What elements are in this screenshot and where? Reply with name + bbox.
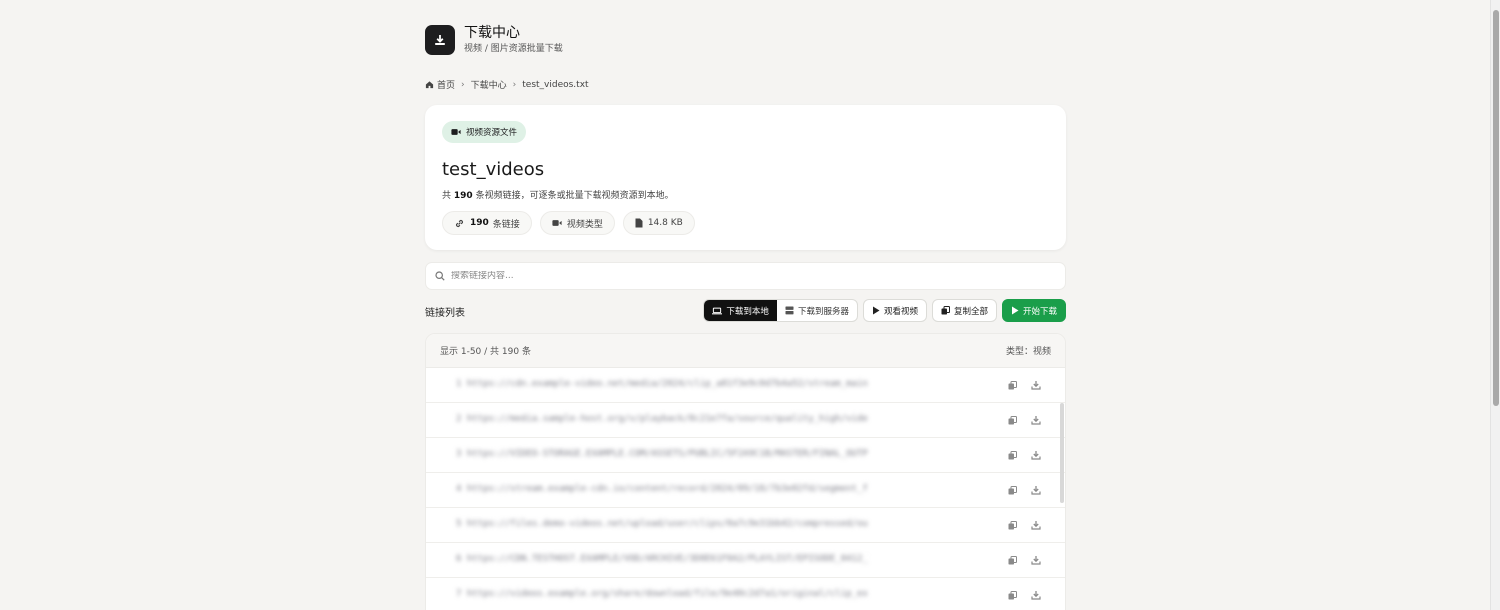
copy-link-icon[interactable] (1005, 483, 1019, 497)
home-icon (425, 81, 434, 89)
list-item: 5 https://files.demo-videos.net/upload/u… (426, 508, 1065, 543)
download-link-icon[interactable] (1029, 588, 1043, 602)
breadcrumb-section[interactable]: 下载中心 (471, 78, 507, 91)
file-meta-chips: 190 条链接 视频类型 14.8 KB (442, 211, 703, 235)
copy-link-icon[interactable] (1005, 413, 1019, 427)
app-header: 下载中心 视频 / 图片资源批量下载 (425, 25, 563, 55)
copy-link-icon[interactable] (1005, 378, 1019, 392)
download-server-button[interactable]: 下载到服务器 (777, 300, 857, 321)
server-icon (785, 306, 794, 315)
video-camera-icon (451, 129, 461, 135)
link-url[interactable]: 4 https://stream.example-cdn.io/content/… (456, 484, 868, 496)
breadcrumb-file: test_videos.txt (522, 79, 589, 90)
download-link-icon[interactable] (1029, 553, 1043, 567)
list-header: 显示 1-50 / 共 190 条 类型：视频 (426, 334, 1065, 368)
play-icon (1011, 306, 1019, 315)
download-link-icon[interactable] (1029, 413, 1043, 427)
list-item: 1 https://cdn.example-video.net/media/20… (426, 368, 1065, 403)
link-icon (455, 219, 464, 227)
link-count-chip: 190 条链接 (442, 211, 532, 235)
download-icon (435, 35, 445, 45)
search-icon (435, 271, 445, 281)
play-icon (872, 306, 880, 315)
list-item: 4 https://stream.example-cdn.io/content/… (426, 473, 1065, 508)
search-input[interactable] (451, 271, 1011, 281)
start-download-label: 开始下载 (1022, 306, 1057, 317)
video-type-chip: 视频类型 (539, 211, 615, 235)
copy-all-label: 复制全部 (953, 306, 988, 317)
link-url[interactable]: 3 https://VIDEO-STORAGE.EXAMPLE.COM/ASSE… (456, 449, 868, 461)
search-box[interactable] (425, 262, 1066, 290)
download-server-label: 下载到服务器 (797, 306, 849, 317)
desc-prefix: 共 (442, 191, 452, 201)
link-url[interactable]: 1 https://cdn.example-video.net/media/20… (456, 379, 868, 391)
copy-link-icon[interactable] (1005, 448, 1019, 462)
app-logo (425, 25, 455, 55)
desc-suffix: 条视频链接，可逐条或批量下载视频资源到本地。 (475, 191, 674, 201)
list-type-text: 类型：视频 (1005, 347, 1051, 357)
copy-all-button[interactable]: 复制全部 (931, 299, 997, 322)
list-item: 2 https://media.sample-host.org/v/playba… (426, 403, 1065, 438)
copy-icon (941, 306, 950, 315)
download-local-label: 下载到本地 (726, 306, 769, 317)
link-url[interactable]: 5 https://files.demo-videos.net/upload/u… (456, 519, 868, 531)
link-count-value: 190 (470, 218, 489, 228)
list-title: 链接列表 (425, 308, 465, 319)
page-scrollbar[interactable] (1490, 0, 1500, 610)
file-type-badge-label: 视频资源文件 (466, 128, 518, 138)
list-item: 6 https://CDN.TESTHOST.EXAMPLE/VOD/ARCHI… (426, 543, 1065, 578)
file-size-label: 14.8 KB (647, 218, 683, 228)
download-link-icon[interactable] (1029, 483, 1043, 497)
breadcrumb-home[interactable]: 首页 (425, 78, 455, 91)
chevron-right-icon: › (461, 79, 465, 90)
file-icon (635, 218, 643, 228)
copy-link-icon[interactable] (1005, 588, 1019, 602)
file-title: test_videos (442, 159, 545, 180)
list-item: 3 https://VIDEO-STORAGE.EXAMPLE.COM/ASSE… (426, 438, 1065, 473)
breadcrumb-home-label: 首页 (437, 81, 456, 91)
start-download-button[interactable]: 开始下载 (1001, 299, 1066, 322)
link-list-panel: 显示 1-50 / 共 190 条 类型：视频 1 https://cdn.ex… (425, 333, 1066, 610)
desc-count: 190 (453, 191, 473, 201)
breadcrumb: 首页 › 下载中心 › test_videos.txt (425, 78, 589, 91)
list-item: 7 https://videos.example.org/share/downl… (426, 578, 1065, 610)
page-scrollbar-thumb[interactable] (1493, 10, 1499, 406)
file-description: 共 190 条视频链接，可逐条或批量下载视频资源到本地。 (442, 190, 674, 202)
list-range-text: 显示 1-50 / 共 190 条 (440, 347, 531, 357)
laptop-icon (712, 307, 723, 314)
download-link-icon[interactable] (1029, 378, 1043, 392)
file-type-badge: 视频资源文件 (442, 121, 527, 143)
copy-link-icon[interactable] (1005, 518, 1019, 532)
copy-link-icon[interactable] (1005, 553, 1019, 567)
download-link-icon[interactable] (1029, 448, 1043, 462)
file-size-chip: 14.8 KB (622, 211, 695, 235)
file-info-card: 视频资源文件 test_videos 共 190 条视频链接，可逐条或批量下载视… (425, 105, 1066, 250)
list-toolbar: 下载到本地 下载到服务器 观看视频 复制全部 开始下载 (703, 299, 1066, 322)
link-count-label: 条链接 (492, 219, 520, 230)
app-title: 下载中心 (464, 25, 520, 41)
app-subtitle: 视频 / 图片资源批量下载 (464, 44, 563, 54)
link-url[interactable]: 6 https://CDN.TESTHOST.EXAMPLE/VOD/ARCHI… (456, 554, 868, 566)
watch-video-label: 观看视频 (883, 306, 918, 317)
download-link-icon[interactable] (1029, 518, 1043, 532)
link-url[interactable]: 2 https://media.sample-host.org/v/playba… (456, 414, 868, 426)
watch-video-button[interactable]: 观看视频 (862, 299, 927, 322)
link-rows: 1 https://cdn.example-video.net/media/20… (426, 368, 1065, 610)
download-local-button[interactable]: 下载到本地 (704, 300, 777, 321)
download-target-toggle: 下载到本地 下载到服务器 (703, 299, 858, 322)
link-url[interactable]: 7 https://videos.example.org/share/downl… (456, 589, 868, 601)
list-scrollbar-thumb[interactable] (1060, 403, 1064, 503)
video-camera-icon (552, 220, 562, 226)
chevron-right-icon: › (512, 79, 517, 90)
video-type-label: 视频类型 (566, 219, 603, 230)
